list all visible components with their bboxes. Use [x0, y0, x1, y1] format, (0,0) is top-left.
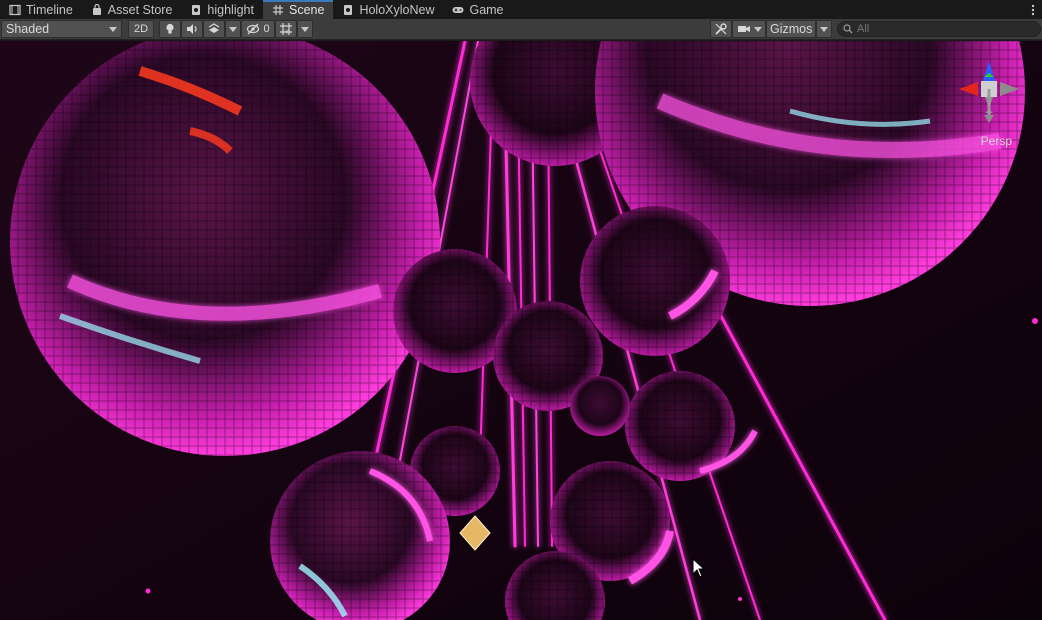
- lighting-toggle-button[interactable]: [159, 20, 181, 38]
- effects-dropdown-button[interactable]: [225, 20, 241, 38]
- chevron-down-icon: [109, 27, 117, 32]
- tab-label: Timeline: [26, 2, 73, 17]
- gamepad-icon: [452, 4, 464, 16]
- tab-game[interactable]: Game: [443, 0, 512, 19]
- scene-toolbar: Shaded 2D 0 Y Gizmos: [0, 19, 1042, 40]
- tab-label: Asset Store: [107, 2, 173, 17]
- more-options-icon[interactable]: [1024, 0, 1042, 19]
- tab-timeline[interactable]: Timeline: [0, 0, 82, 19]
- tab-scene[interactable]: Scene: [262, 0, 334, 19]
- scene-visibility-button[interactable]: 0: [241, 20, 275, 38]
- tab-asset-store[interactable]: Asset Store: [82, 0, 182, 19]
- grid-hash-icon: [272, 4, 284, 16]
- gizmos-button[interactable]: Gizmos: [766, 20, 816, 38]
- gizmos-dropdown-button[interactable]: [816, 20, 832, 38]
- audio-toggle-button[interactable]: [181, 20, 203, 38]
- hidden-eye-icon: [247, 23, 260, 35]
- bag-icon: [91, 3, 103, 16]
- hidden-count: 0: [263, 23, 270, 35]
- camera-icon: [737, 26, 750, 32]
- layers-effects-icon: [208, 23, 220, 33]
- chevron-down-icon: [753, 26, 762, 32]
- gizmos-label: Gizmos: [770, 22, 813, 36]
- tab-label: HoloXyloNew: [359, 2, 435, 17]
- search-input[interactable]: [857, 23, 1037, 35]
- shader-icon: [190, 4, 202, 16]
- search-icon: [843, 24, 853, 34]
- editor-tab-strip: Timeline Asset Store highlight Scene Hol…: [0, 0, 1042, 19]
- scene-viewport[interactable]: Persp: [0, 41, 1042, 620]
- tab-holoxylonew[interactable]: HoloXyloNew: [333, 0, 443, 19]
- wrench-icon: [715, 23, 727, 35]
- draw-mode-label: Shaded: [6, 22, 50, 36]
- tab-label: Game: [469, 2, 504, 17]
- toggle-2d-label: 2D: [133, 23, 149, 35]
- tab-highlight[interactable]: highlight: [181, 0, 263, 19]
- tools-button[interactable]: [710, 20, 732, 38]
- disco-sphere-large: [10, 41, 440, 456]
- svg-text:Y: Y: [284, 29, 289, 36]
- camera-settings-button[interactable]: [732, 20, 766, 38]
- chevron-down-icon: [229, 26, 237, 32]
- chevron-down-icon: [820, 26, 828, 32]
- lightbulb-icon: [166, 23, 174, 34]
- tab-label: Scene: [288, 2, 325, 17]
- toggle-2d-button[interactable]: 2D: [128, 20, 154, 38]
- mouse-cursor-icon: [692, 558, 706, 578]
- grid-icon: Y: [280, 23, 292, 36]
- grid-dropdown-button[interactable]: [297, 20, 313, 38]
- tab-label: highlight: [207, 2, 254, 17]
- speaker-icon: [187, 24, 197, 34]
- shader-icon: [342, 4, 354, 16]
- projection-label[interactable]: Persp: [981, 134, 1012, 148]
- chevron-down-icon: [301, 26, 309, 32]
- draw-mode-dropdown[interactable]: Shaded: [1, 20, 122, 38]
- orientation-gizmo[interactable]: [954, 51, 1024, 141]
- scene-render: [0, 41, 1042, 620]
- effects-toggle-button[interactable]: [203, 20, 225, 38]
- grid-toggle-button[interactable]: Y: [275, 20, 297, 38]
- hierarchy-search-field[interactable]: [837, 21, 1041, 37]
- timeline-icon: [9, 4, 21, 16]
